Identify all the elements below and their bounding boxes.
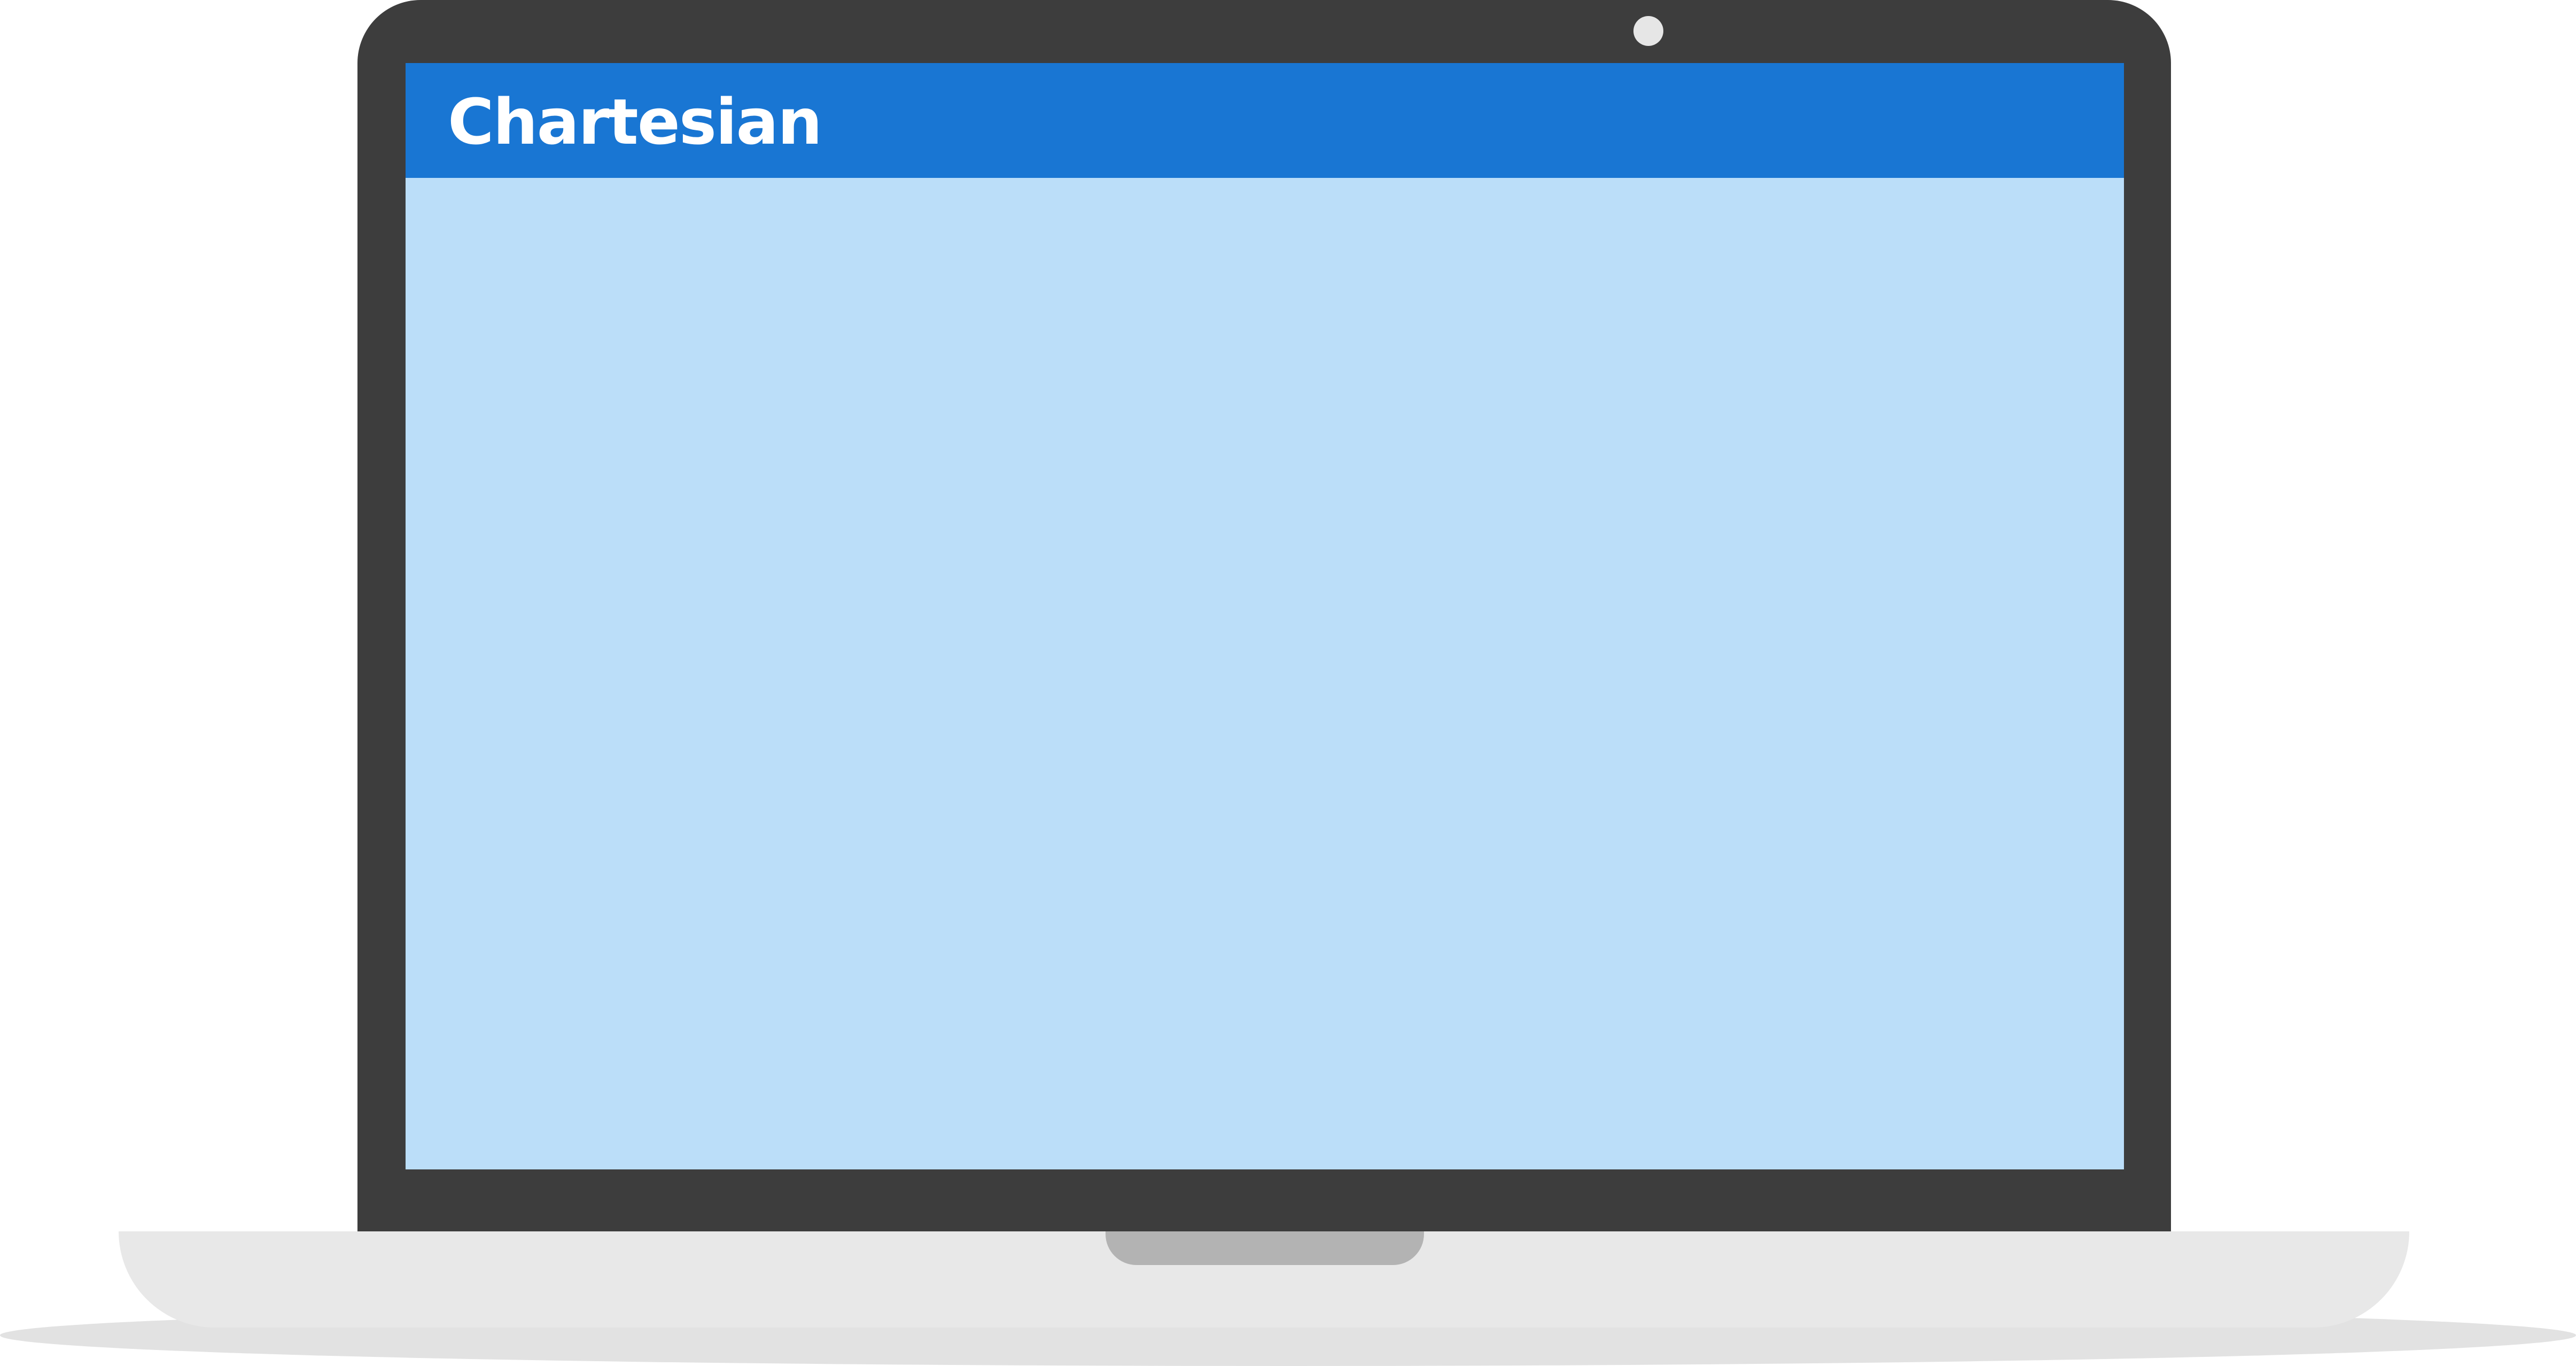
webcam-icon [1633,16,1663,46]
app-content-area [406,178,2124,1169]
laptop-mockup: Chartesian [0,0,2576,1366]
app-title: Chartesian [448,85,822,159]
app-window: Chartesian [406,63,2124,1169]
laptop-base-notch [1106,1231,1424,1265]
app-bar: Chartesian [406,63,2124,178]
